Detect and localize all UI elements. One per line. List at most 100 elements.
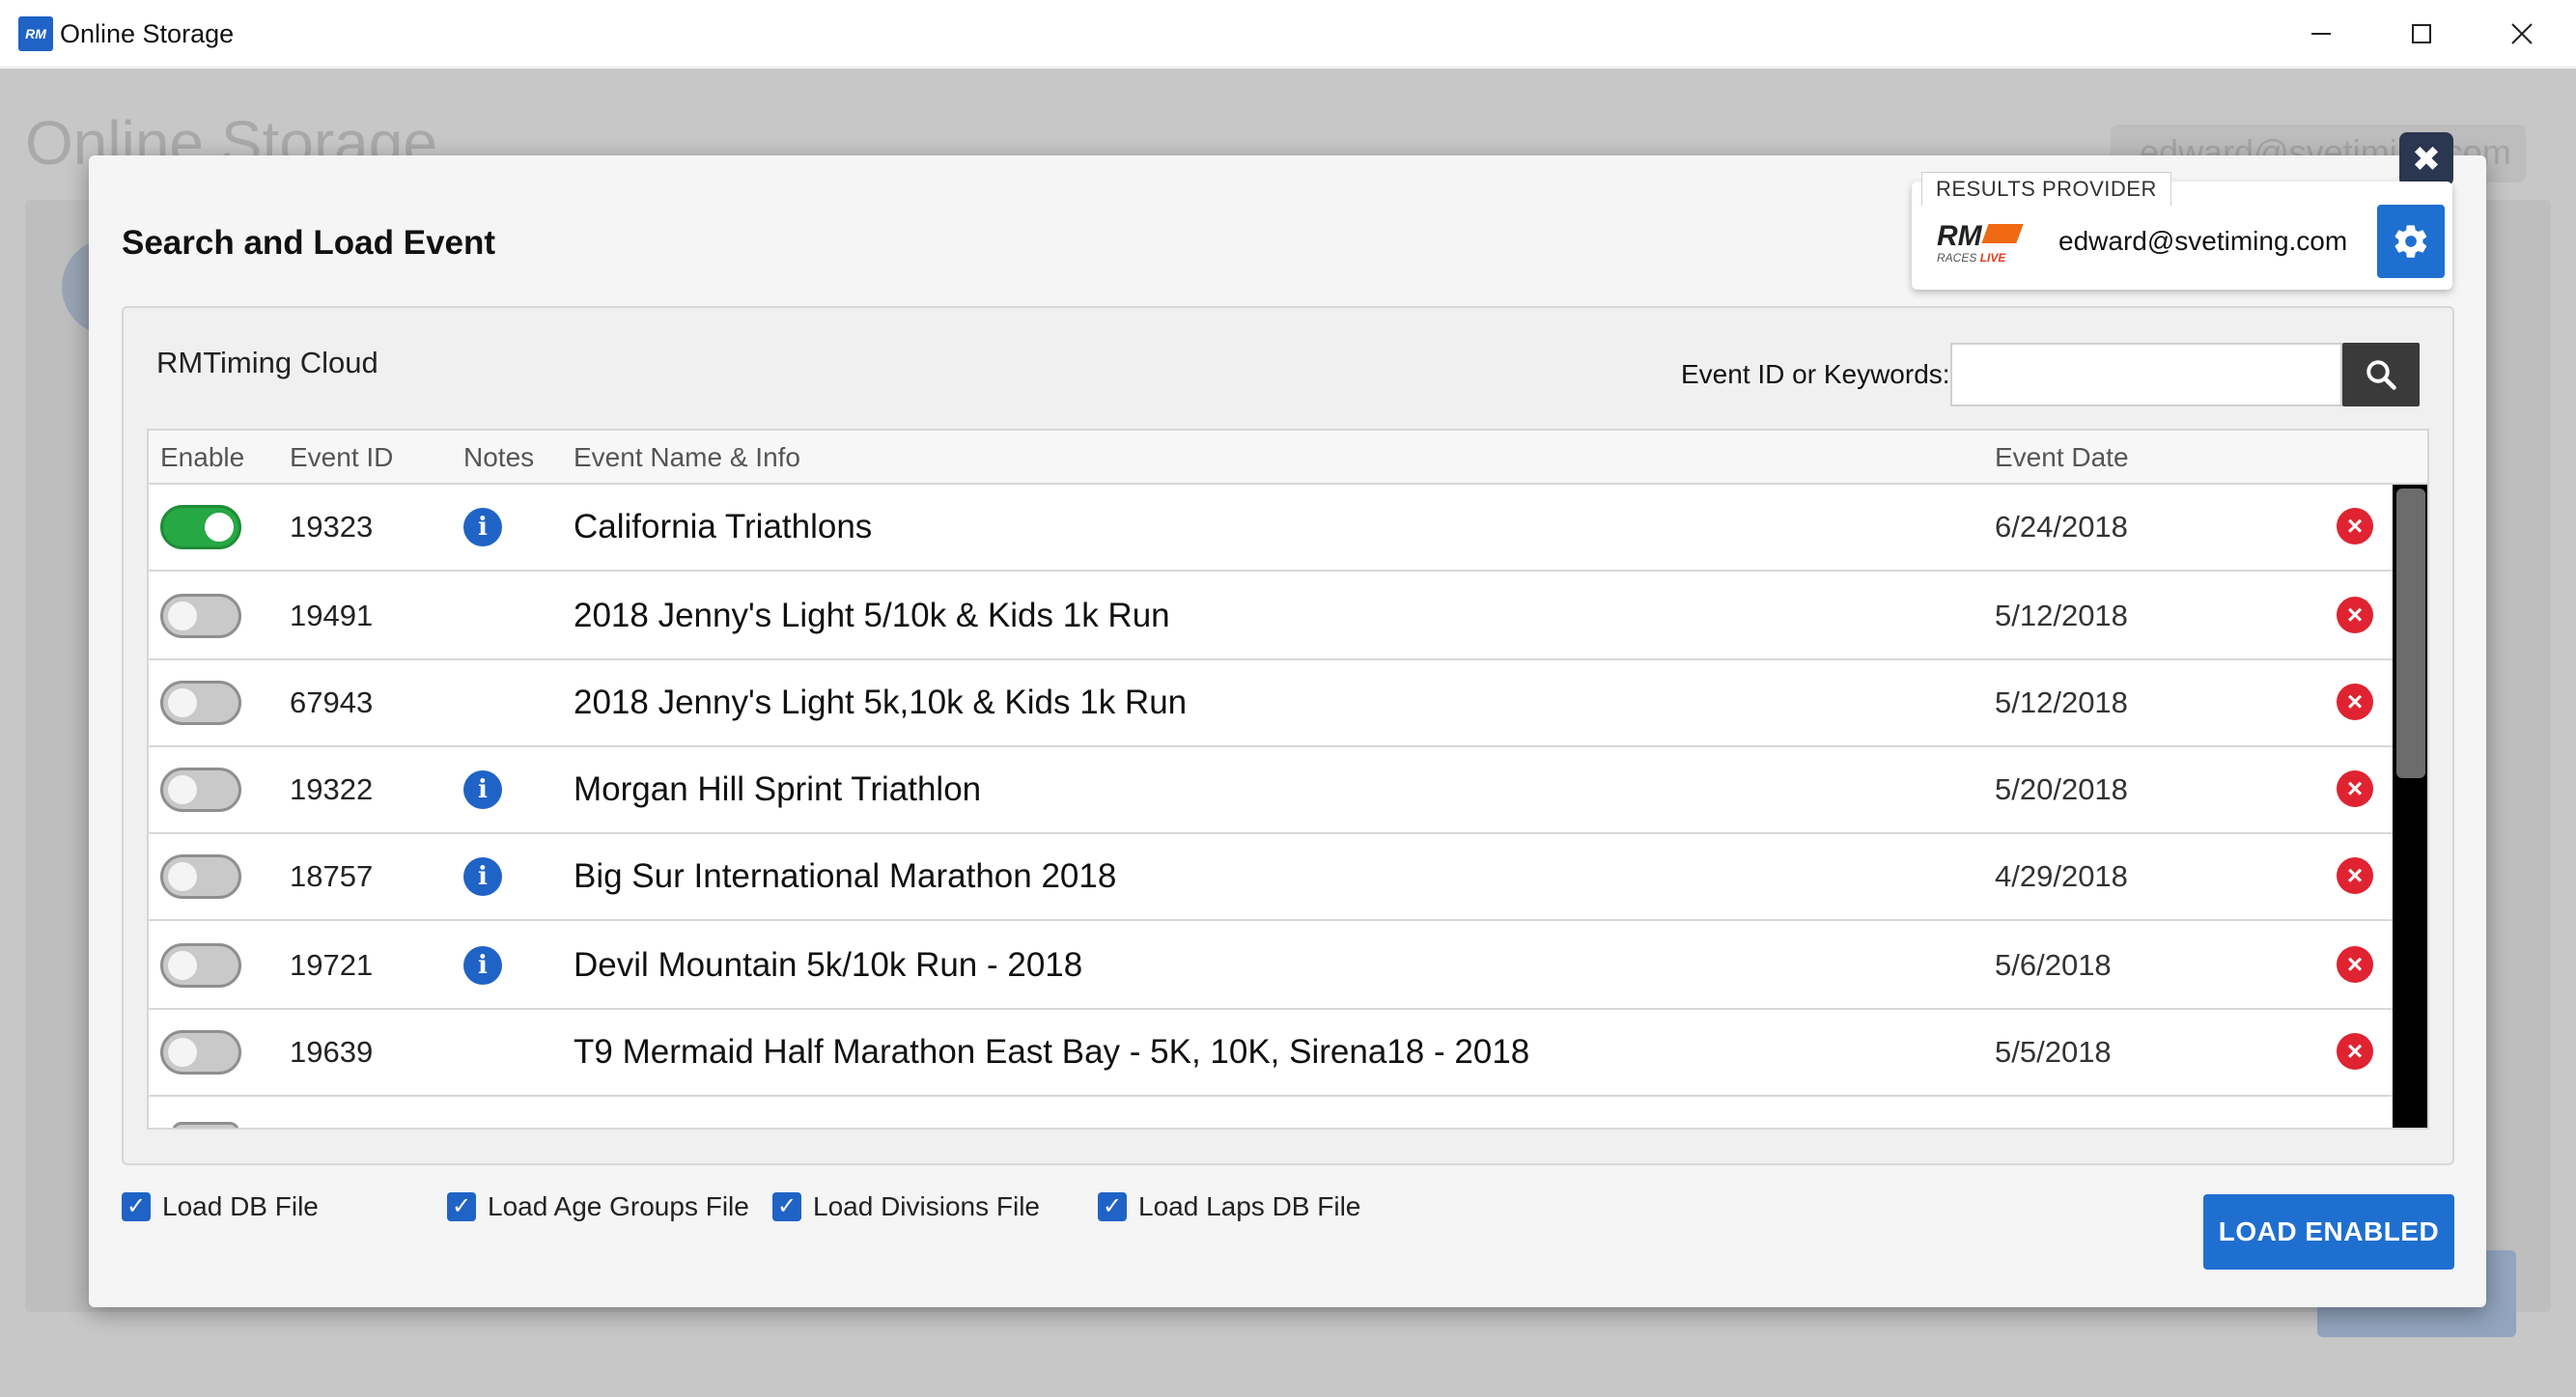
toggle-knob xyxy=(168,951,197,980)
enable-toggle[interactable] xyxy=(172,1122,239,1128)
enable-toggle[interactable] xyxy=(160,505,241,549)
event-date: 6/24/2018 xyxy=(1995,510,2128,544)
info-icon[interactable]: i xyxy=(463,857,502,896)
header-event-name: Event Name & Info xyxy=(574,442,801,472)
event-name: Big Sur International Marathon 2018 xyxy=(574,857,1117,895)
rm-races-live-logo: RM RACES LIVE xyxy=(1937,218,2024,266)
event-id: 18757 xyxy=(290,859,374,893)
checkbox-checked-icon: ✓ xyxy=(122,1192,151,1221)
info-icon[interactable]: i xyxy=(463,508,502,546)
enable-toggle[interactable] xyxy=(160,943,241,988)
enable-toggle[interactable] xyxy=(160,1030,241,1075)
maximize-button[interactable] xyxy=(2371,0,2472,68)
event-name: 2018 Jenny's Light 5/10k & Kids 1k Run xyxy=(574,597,1170,634)
toggle-knob xyxy=(168,1038,197,1067)
toggle-knob xyxy=(168,775,197,804)
table-row: 19323 i California Triathlons 6/24/2018 … xyxy=(149,485,2393,572)
window-title: Online Storage xyxy=(60,19,235,48)
load-divisions-label: Load Divisions File xyxy=(813,1191,1040,1221)
load-age-groups-label: Load Age Groups File xyxy=(488,1191,749,1221)
event-id: 19721 xyxy=(290,948,374,982)
table-row: 19721 i Devil Mountain 5k/10k Run - 2018… xyxy=(149,923,2393,1010)
gear-icon xyxy=(2394,225,2427,258)
dialog-title: Search and Load Event xyxy=(122,224,496,262)
event-id: 19323 xyxy=(290,510,374,544)
window-titlebar: RM Online Storage xyxy=(0,0,2576,68)
remove-icon[interactable]: × xyxy=(2337,770,2373,807)
event-id: 19322 xyxy=(290,772,374,806)
event-date: 4/29/2018 xyxy=(1995,859,2128,893)
table-row: 18757 i Big Sur International Marathon 2… xyxy=(149,834,2393,921)
info-icon[interactable]: i xyxy=(463,770,502,809)
event-name: Morgan Hill Sprint Triathlon xyxy=(574,770,982,808)
logo-subtitle: RACES LIVE xyxy=(1937,251,2006,265)
load-divisions-checkbox[interactable]: ✓ Load Divisions File xyxy=(772,1189,1040,1224)
toggle-knob xyxy=(168,688,197,717)
table-row: 19322 i Morgan Hill Sprint Triathlon 5/2… xyxy=(149,747,2393,834)
load-enabled-button[interactable]: LOAD ENABLED xyxy=(2203,1194,2454,1270)
provider-settings-button[interactable] xyxy=(2377,205,2445,278)
event-name: Devil Mountain 5k/10k Run - 2018 xyxy=(574,946,1083,984)
event-name: T9 Mermaid Half Marathon East Bay - 5K, … xyxy=(574,1033,1530,1071)
load-age-groups-checkbox[interactable]: ✓ Load Age Groups File xyxy=(447,1189,749,1224)
remove-icon[interactable]: × xyxy=(2337,857,2373,894)
header-event-date: Event Date xyxy=(1995,442,2129,472)
event-id: 67943 xyxy=(290,685,374,719)
event-date: 5/6/2018 xyxy=(1995,948,2112,982)
remove-icon[interactable]: × xyxy=(2337,684,2373,720)
close-window-button[interactable] xyxy=(2472,0,2572,68)
events-table: Enable Event ID Notes Event Name & Info … xyxy=(147,429,2429,1130)
minimize-icon xyxy=(2311,33,2331,35)
enable-toggle[interactable] xyxy=(160,594,241,638)
remove-icon[interactable]: × xyxy=(2337,597,2373,633)
close-dialog-button[interactable]: ✖ xyxy=(2399,132,2453,186)
table-row: 67943 2018 Jenny's Light 5k,10k & Kids 1… xyxy=(149,660,2393,747)
table-row: 19491 2018 Jenny's Light 5/10k & Kids 1k… xyxy=(149,573,2393,660)
event-name: 2018 Jenny's Light 5k,10k & Kids 1k Run xyxy=(574,684,1188,721)
toggle-knob xyxy=(168,862,197,891)
provider-account-email: edward@svetiming.com xyxy=(2058,226,2348,256)
table-row-partial xyxy=(149,1116,2393,1128)
load-db-checkbox[interactable]: ✓ Load DB File xyxy=(122,1189,319,1224)
enable-toggle[interactable] xyxy=(160,681,241,725)
header-event-id: Event ID xyxy=(290,442,394,472)
table-row: 19639 T9 Mermaid Half Marathon East Bay … xyxy=(149,1010,2393,1097)
enable-toggle[interactable] xyxy=(160,854,241,899)
close-icon xyxy=(2511,23,2533,44)
load-laps-db-label: Load Laps DB File xyxy=(1138,1191,1361,1221)
load-laps-db-checkbox[interactable]: ✓ Load Laps DB File xyxy=(1098,1189,1360,1224)
table-header: Enable Event ID Notes Event Name & Info … xyxy=(149,431,2427,485)
load-db-label: Load DB File xyxy=(162,1191,319,1221)
event-date: 5/12/2018 xyxy=(1995,685,2128,719)
remove-icon[interactable]: × xyxy=(2337,1033,2373,1070)
remove-icon[interactable]: × xyxy=(2337,508,2373,545)
checkbox-checked-icon: ✓ xyxy=(772,1192,801,1221)
app-icon: RM xyxy=(18,16,53,51)
header-notes: Notes xyxy=(463,442,535,472)
logo-text: RM xyxy=(1937,220,1982,252)
remove-icon[interactable]: × xyxy=(2337,946,2373,983)
checkbox-checked-icon: ✓ xyxy=(1098,1192,1127,1221)
logo-mark xyxy=(1981,224,2024,243)
search-label: Event ID or Keywords: xyxy=(1681,359,1950,389)
event-name: California Triathlons xyxy=(574,508,873,545)
enable-toggle[interactable] xyxy=(160,768,241,812)
toggle-knob xyxy=(205,513,234,542)
event-id: 19639 xyxy=(290,1035,374,1069)
search-input[interactable] xyxy=(1950,343,2342,406)
event-date: 5/20/2018 xyxy=(1995,772,2128,806)
header-enable: Enable xyxy=(160,442,245,472)
maximize-icon xyxy=(2412,24,2431,43)
results-provider-label: RESULTS PROVIDER xyxy=(1921,172,2171,206)
event-date: 5/5/2018 xyxy=(1995,1035,2112,1069)
scrollbar-thumb[interactable] xyxy=(2396,489,2425,778)
event-id: 19491 xyxy=(290,599,374,632)
event-date: 5/12/2018 xyxy=(1995,599,2128,632)
search-button[interactable] xyxy=(2342,343,2420,406)
panel-title: RMTiming Cloud xyxy=(156,346,378,379)
checkbox-checked-icon: ✓ xyxy=(447,1192,476,1221)
toggle-knob xyxy=(168,601,197,630)
info-icon[interactable]: i xyxy=(463,946,502,985)
search-icon xyxy=(2366,360,2396,390)
minimize-button[interactable] xyxy=(2271,0,2371,68)
